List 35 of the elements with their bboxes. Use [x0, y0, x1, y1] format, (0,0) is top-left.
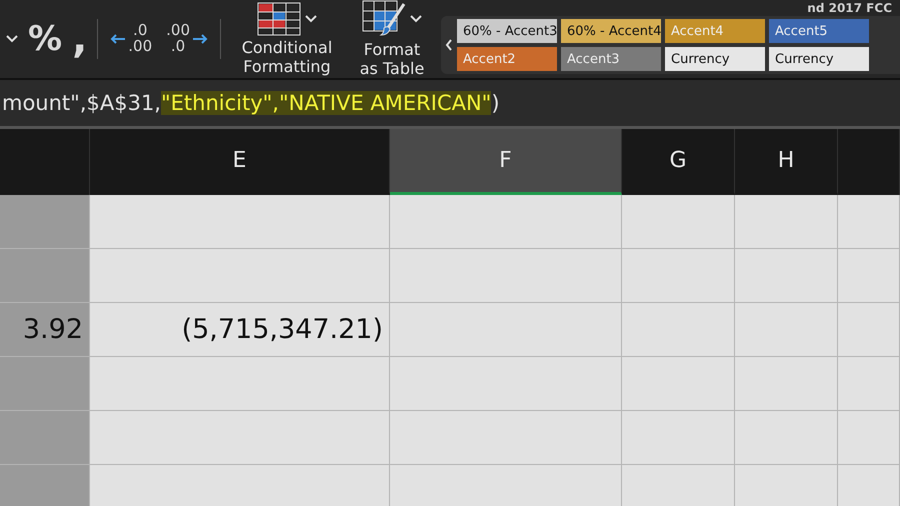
table-cell — [838, 411, 900, 465]
column-header[interactable] — [0, 129, 90, 195]
conditional-formatting-button[interactable]: Conditional Formatting — [231, 2, 343, 76]
chevron-left-icon[interactable] — [445, 39, 453, 51]
percent-style-button[interactable]: % — [28, 22, 62, 56]
increase-decimal-button[interactable]: .00 .0 — [164, 21, 210, 57]
column-header[interactable]: E — [90, 129, 390, 195]
table-cell: (5,715,347.21) — [90, 303, 390, 357]
conditional-formatting-icon — [257, 2, 301, 36]
cell-style-swatch[interactable]: Accent3 — [561, 47, 661, 71]
column-header[interactable]: F — [390, 129, 622, 195]
window-title: nd 2017 FCC — [807, 1, 892, 15]
caret-icon — [410, 15, 422, 24]
cell-style-swatch[interactable]: Currency — [769, 47, 869, 71]
cell-style-swatch[interactable]: 60% - Accent4 — [561, 19, 661, 43]
cell-style-swatch[interactable]: 60% - Accent3 — [457, 19, 557, 43]
table-cell: 3.92 — [0, 303, 90, 357]
left-arrow-icon — [110, 34, 126, 44]
decrease-decimal-button[interactable]: .0 .00 — [108, 21, 154, 57]
caret-icon — [6, 35, 18, 43]
format-as-table-button[interactable]: Format as Table — [353, 0, 431, 78]
table-brush-icon — [362, 0, 406, 38]
table-cell — [838, 303, 900, 357]
column-header[interactable]: H — [735, 129, 838, 195]
column-header[interactable] — [838, 129, 900, 195]
right-arrow-icon — [192, 34, 208, 44]
caret-icon — [305, 15, 317, 24]
table-cell — [838, 357, 900, 411]
comma-style-button[interactable]: , — [72, 19, 88, 59]
table-cell — [838, 195, 900, 249]
table-cell — [838, 465, 900, 506]
column-header[interactable]: G — [622, 129, 735, 195]
cell-style-swatch[interactable]: Currency — [665, 47, 765, 71]
table-cell — [838, 249, 900, 303]
cell-style-swatch[interactable]: Accent5 — [769, 19, 869, 43]
